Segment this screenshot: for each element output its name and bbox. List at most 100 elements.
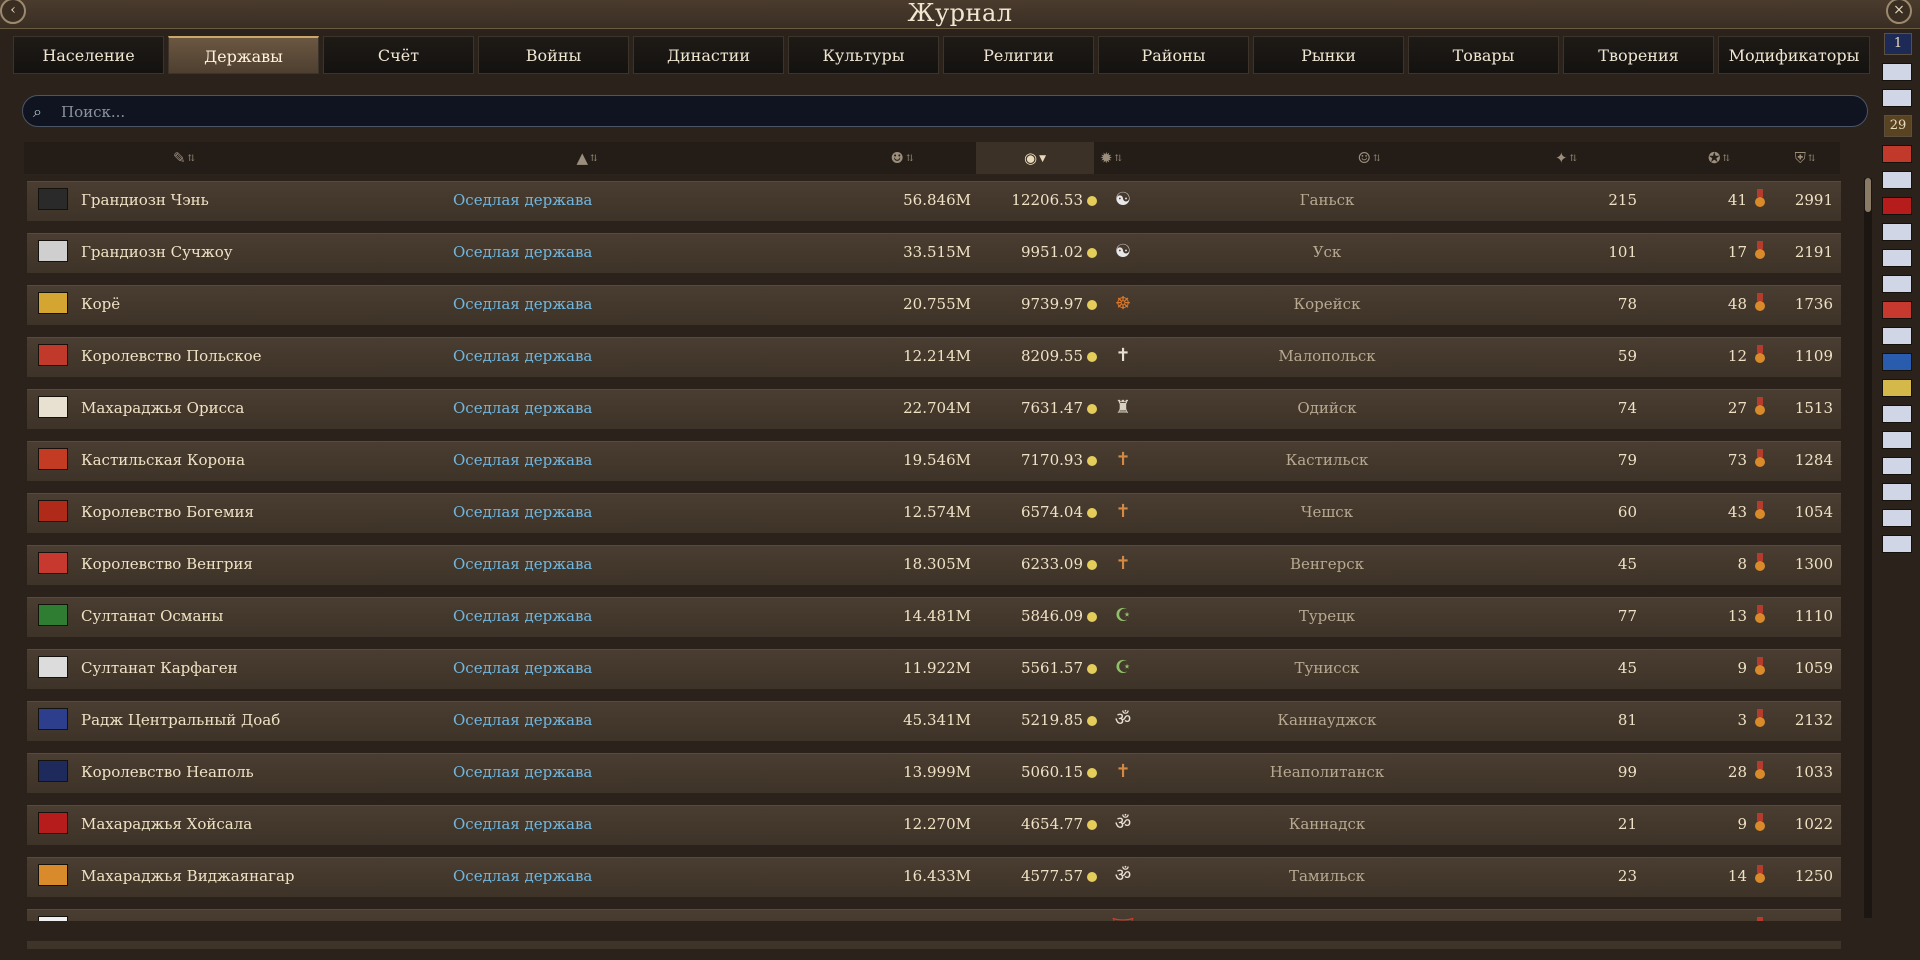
buddhism-icon[interactable]: ☸: [1110, 291, 1136, 317]
flag-icon[interactable]: [38, 552, 68, 574]
nation-name[interactable]: Королевство Венгрия: [81, 555, 253, 573]
sidebar-flag-icon[interactable]: [1882, 535, 1912, 553]
nation-name[interactable]: Грандиозн Сучжоу: [81, 243, 233, 261]
sidebar-flag-icon[interactable]: [1882, 327, 1912, 345]
nation-type-link[interactable]: Оседлая держава: [453, 815, 592, 833]
nation-type-link[interactable]: Оседлая держава: [453, 347, 592, 365]
nation-type-link[interactable]: Оседлая держава: [453, 451, 592, 469]
back-icon[interactable]: ‹: [0, 0, 26, 24]
flag-icon[interactable]: [38, 292, 68, 314]
nation-type-link[interactable]: Оседлая держава: [453, 711, 592, 729]
culture-value[interactable]: Каннауджск: [1247, 711, 1407, 729]
nation-name[interactable]: Кастильская Корона: [81, 451, 245, 469]
tab-0[interactable]: Население: [13, 36, 164, 74]
header-population-icon[interactable]: ☻ ⇅: [832, 142, 972, 174]
flag-icon[interactable]: [38, 812, 68, 834]
nation-name[interactable]: Махараджья Орисса: [81, 399, 244, 417]
culture-value[interactable]: Уск: [1247, 243, 1407, 261]
culture-value[interactable]: Корейск: [1247, 295, 1407, 313]
culture-value[interactable]: Венгерск: [1247, 555, 1407, 573]
table-row[interactable]: Кастильская Корона Оседлая держава 19.546M…: [26, 440, 1842, 482]
sidebar-flag-icon[interactable]: [1882, 249, 1912, 267]
table-row[interactable]: Королевство Венгрия Оседлая держава 18.305…: [26, 544, 1842, 586]
nation-name[interactable]: Корё: [81, 295, 120, 313]
table-row[interactable]: Корё Оседлая держава 20.755M 9739.97 Корейск…: [26, 284, 1842, 326]
catholic-cross-icon[interactable]: ✝: [1110, 447, 1136, 473]
catholic-cross-icon[interactable]: ✝: [1110, 759, 1136, 785]
crescent-icon[interactable]: ☪: [1110, 603, 1136, 629]
tab-8[interactable]: Рынки: [1253, 36, 1404, 74]
header-rank-icon[interactable]: ✪ ⇅: [1674, 142, 1764, 174]
header-type-icon[interactable]: ▲ ⇅: [422, 142, 752, 174]
nation-type-link[interactable]: Оседлая держава: [453, 555, 592, 573]
nation-type-link[interactable]: Оседлая держава: [453, 607, 592, 625]
culture-value[interactable]: Ганьск: [1247, 191, 1407, 209]
sidebar-flag-icon[interactable]: [1882, 223, 1912, 241]
culture-value[interactable]: Тунисск: [1247, 659, 1407, 677]
nation-type-link[interactable]: Оседлая держава: [453, 243, 592, 261]
table-row[interactable]: Королевство Богемия Оседлая держава 12.574…: [26, 492, 1842, 534]
sidebar-flag-icon[interactable]: [1882, 171, 1912, 189]
nation-type-link[interactable]: Оседлая держава: [453, 503, 592, 521]
sidebar-badge[interactable]: 29: [1884, 115, 1912, 137]
yin-yang-icon[interactable]: ☯: [1110, 187, 1136, 213]
nation-name[interactable]: Султанат Карфаген: [81, 659, 238, 677]
sidebar-flag-icon[interactable]: [1882, 197, 1912, 215]
sidebar-flag-icon[interactable]: [1882, 379, 1912, 397]
nation-name[interactable]: Королевство Польское: [81, 347, 262, 365]
nation-name[interactable]: Радж Центральный Доаб: [81, 711, 280, 729]
yin-yang-icon[interactable]: ☯: [1110, 239, 1136, 265]
nation-type-link[interactable]: Оседлая держава: [453, 191, 592, 209]
scrollbar-thumb[interactable]: [1865, 178, 1871, 212]
tab-3[interactable]: Войны: [478, 36, 629, 74]
tab-10[interactable]: Творения: [1563, 36, 1714, 74]
tab-5[interactable]: Культуры: [788, 36, 939, 74]
flag-icon[interactable]: [38, 396, 68, 418]
header-gdp-icon[interactable]: ◉ ▼: [976, 142, 1094, 174]
nation-name[interactable]: Грандиозн Чэнь: [81, 191, 209, 209]
sidebar-flag-icon[interactable]: [1882, 431, 1912, 449]
table-row[interactable]: Махараджья Орисса Оседлая держава 22.704M 7…: [26, 388, 1842, 430]
culture-value[interactable]: Одийск: [1247, 399, 1407, 417]
tab-6[interactable]: Религии: [943, 36, 1094, 74]
sidebar-flag-icon[interactable]: [1882, 145, 1912, 163]
om-icon[interactable]: ॐ: [1110, 707, 1136, 733]
sidebar-flag-icon[interactable]: [1882, 301, 1912, 319]
table-row[interactable]: Султанат Османы Оседлая держава 14.481M 584…: [26, 596, 1842, 638]
search-box[interactable]: ⌕: [22, 95, 1868, 127]
tab-1[interactable]: Державы: [168, 36, 319, 74]
stupa-icon[interactable]: ♜: [1110, 395, 1136, 421]
table-row[interactable]: Махараджья Виджаянагар Оседлая держава 16.…: [26, 856, 1842, 898]
culture-value[interactable]: Чешск: [1247, 503, 1407, 521]
nation-type-link[interactable]: Оседлая держава: [453, 295, 592, 313]
table-row[interactable]: Королевство Польское Оседлая держава 12.21…: [26, 336, 1842, 378]
tab-9[interactable]: Товары: [1408, 36, 1559, 74]
om-icon[interactable]: ॐ: [1110, 811, 1136, 837]
scrollbar[interactable]: [1864, 178, 1872, 918]
nation-name[interactable]: Махараджья Хойсала: [81, 815, 252, 833]
nation-type-link[interactable]: Оседлая держава: [453, 399, 592, 417]
nation-type-link[interactable]: Оседлая держава: [453, 659, 592, 677]
table-row[interactable]: Махараджья Хойсала Оседлая держава 12.270M…: [26, 804, 1842, 846]
tab-2[interactable]: Счёт: [323, 36, 474, 74]
flag-icon[interactable]: [38, 448, 68, 470]
sidebar-flag-icon[interactable]: [1882, 63, 1912, 81]
flag-icon[interactable]: [38, 604, 68, 626]
nation-type-link[interactable]: Оседлая держава: [453, 763, 592, 781]
table-row[interactable]: Королевство Неаполь Оседлая держава 13.999…: [26, 752, 1842, 794]
sidebar-flag-icon[interactable]: [1882, 483, 1912, 501]
header-prestige-icon[interactable]: ✦ ⇅: [1504, 142, 1628, 174]
sidebar-flag-icon[interactable]: [1882, 89, 1912, 107]
nation-name[interactable]: Султанат Османы: [81, 607, 223, 625]
flag-icon[interactable]: [38, 188, 68, 210]
flag-icon[interactable]: [38, 500, 68, 522]
sidebar-flag-icon[interactable]: [1882, 353, 1912, 371]
catholic-cross-icon[interactable]: ✝: [1110, 551, 1136, 577]
sidebar-flag-icon[interactable]: [1882, 275, 1912, 293]
tab-11[interactable]: Модификаторы: [1718, 36, 1870, 74]
tab-4[interactable]: Династии: [633, 36, 784, 74]
catholic-cross-icon[interactable]: ✝: [1110, 499, 1136, 525]
search-input[interactable]: [59, 100, 1843, 124]
culture-value[interactable]: Каннадск: [1247, 815, 1407, 833]
nation-name[interactable]: Махараджья Виджаянагар: [81, 867, 295, 885]
